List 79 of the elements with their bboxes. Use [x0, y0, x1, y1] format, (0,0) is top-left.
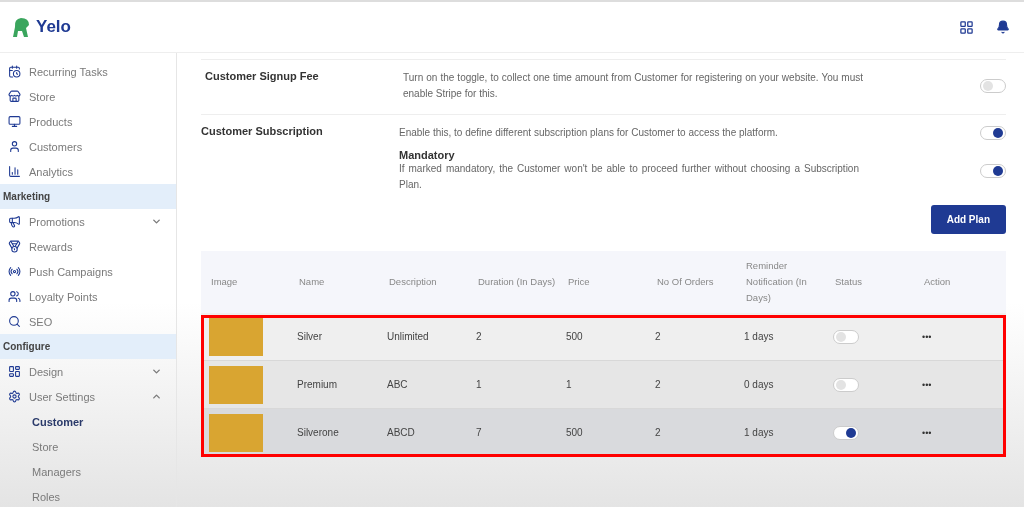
table-cell-text: Premium	[297, 379, 338, 390]
table-cell-text: Silverone	[297, 427, 340, 438]
submenu-item[interactable]: Managers	[0, 459, 176, 484]
column-header: Duration (In Days)	[478, 275, 557, 289]
menu-icon	[8, 265, 21, 278]
menu-icon	[8, 390, 21, 403]
add-plan-button[interactable]: Add Plan	[930, 205, 1006, 234]
table-cell-text: Unlimited	[387, 331, 430, 342]
photo-placeholder	[209, 413, 263, 452]
section-header: Marketing	[0, 184, 176, 209]
submenu-item[interactable]: Roles	[0, 484, 176, 507]
section-header: Configure	[0, 334, 176, 359]
table-cell-text: 1	[476, 379, 483, 390]
table-cell-text: ABC	[387, 379, 409, 390]
table-cell-text: 2	[655, 379, 662, 390]
table-cell-text: 2	[655, 427, 662, 438]
menu-icon	[8, 140, 21, 153]
table-cell-text: 500	[566, 331, 584, 342]
more-actions-button[interactable]: •••	[922, 379, 932, 390]
menu-item[interactable]: Push Campaigns	[0, 259, 176, 284]
column-header: Price	[568, 275, 591, 289]
menu-item[interactable]: Recurring Tasks	[0, 59, 176, 84]
menu-item[interactable]: Store	[0, 84, 176, 109]
more-actions-button[interactable]: •••	[922, 331, 932, 342]
notification-bell-icon[interactable]	[996, 20, 1010, 34]
table-cell-text: ABCD	[387, 427, 416, 438]
menu-item[interactable]: Design	[0, 359, 176, 384]
table-cell-text: 500	[566, 427, 584, 438]
apps-grid-icon[interactable]	[959, 19, 974, 35]
table-cell-text: 2	[476, 331, 483, 342]
table-cell-text: 1 days	[744, 427, 775, 438]
menu-icon	[8, 165, 21, 178]
column-header: Name	[299, 275, 326, 289]
column-header: Action	[924, 275, 952, 289]
setting-description: Enable this, to define different subscription plans for Customer to access the platform.	[399, 126, 779, 140]
toggle-switch[interactable]	[833, 425, 859, 440]
menu-item[interactable]: Loyalty Points	[0, 284, 176, 309]
submenu-item[interactable]: Store	[0, 434, 176, 459]
table-cell-text: 1	[566, 379, 573, 390]
column-header: Image	[211, 275, 239, 289]
toggle-switch[interactable]	[980, 164, 1006, 178]
table-cell-text: 7	[476, 427, 483, 438]
toggle-switch[interactable]	[833, 329, 859, 344]
menu-icon	[8, 315, 21, 328]
table-cell-text: 2	[655, 331, 662, 342]
menu-item[interactable]: SEO	[0, 309, 176, 334]
menu-item[interactable]: Rewards	[0, 234, 176, 259]
menu-icon	[8, 215, 21, 228]
setting-description: Turn on the toggle, to collect one time amount from Customer for registering on your website. You must enable Stripe for this.	[403, 71, 863, 101]
photo-placeholder	[209, 365, 263, 404]
menu-icon	[8, 240, 21, 253]
toggle-switch[interactable]	[980, 79, 1006, 93]
column-header: Description	[389, 275, 438, 289]
menu-item[interactable]: Products	[0, 109, 176, 134]
menu-item[interactable]: Customers	[0, 134, 176, 159]
table-cell-text: 0 days	[744, 379, 775, 390]
menu-icon	[8, 65, 21, 78]
setting-title: Customer Subscription	[201, 125, 324, 139]
column-header: Reminder Notification (In Days)	[746, 259, 808, 305]
setting-title: Customer Signup Fee	[204, 70, 320, 84]
column-header: No Of Orders	[657, 275, 715, 289]
submenu-item[interactable]: Customer	[0, 409, 176, 434]
toggle-switch[interactable]	[833, 377, 859, 392]
table-cell-text: Silver	[297, 331, 323, 342]
toggle-switch[interactable]	[980, 126, 1006, 140]
photo-placeholder	[209, 317, 263, 356]
setting-description: If marked mandatory, the Customer won't be able to proceed further without choosing a Subscription Plan.	[399, 162, 859, 192]
brand-name: Yelo	[36, 17, 71, 37]
table-cell-text: 1 days	[744, 331, 775, 342]
more-actions-button[interactable]: •••	[922, 427, 932, 438]
option-heading: Mandatory	[399, 149, 456, 161]
menu-icon	[8, 290, 21, 303]
menu-item[interactable]: Analytics	[0, 159, 176, 184]
column-header: Status	[835, 275, 863, 289]
menu-icon	[8, 115, 21, 128]
menu-icon	[8, 365, 21, 378]
menu-item[interactable]: User Settings	[0, 384, 176, 409]
menu-icon	[8, 90, 21, 103]
menu-item[interactable]: Promotions	[0, 209, 176, 234]
